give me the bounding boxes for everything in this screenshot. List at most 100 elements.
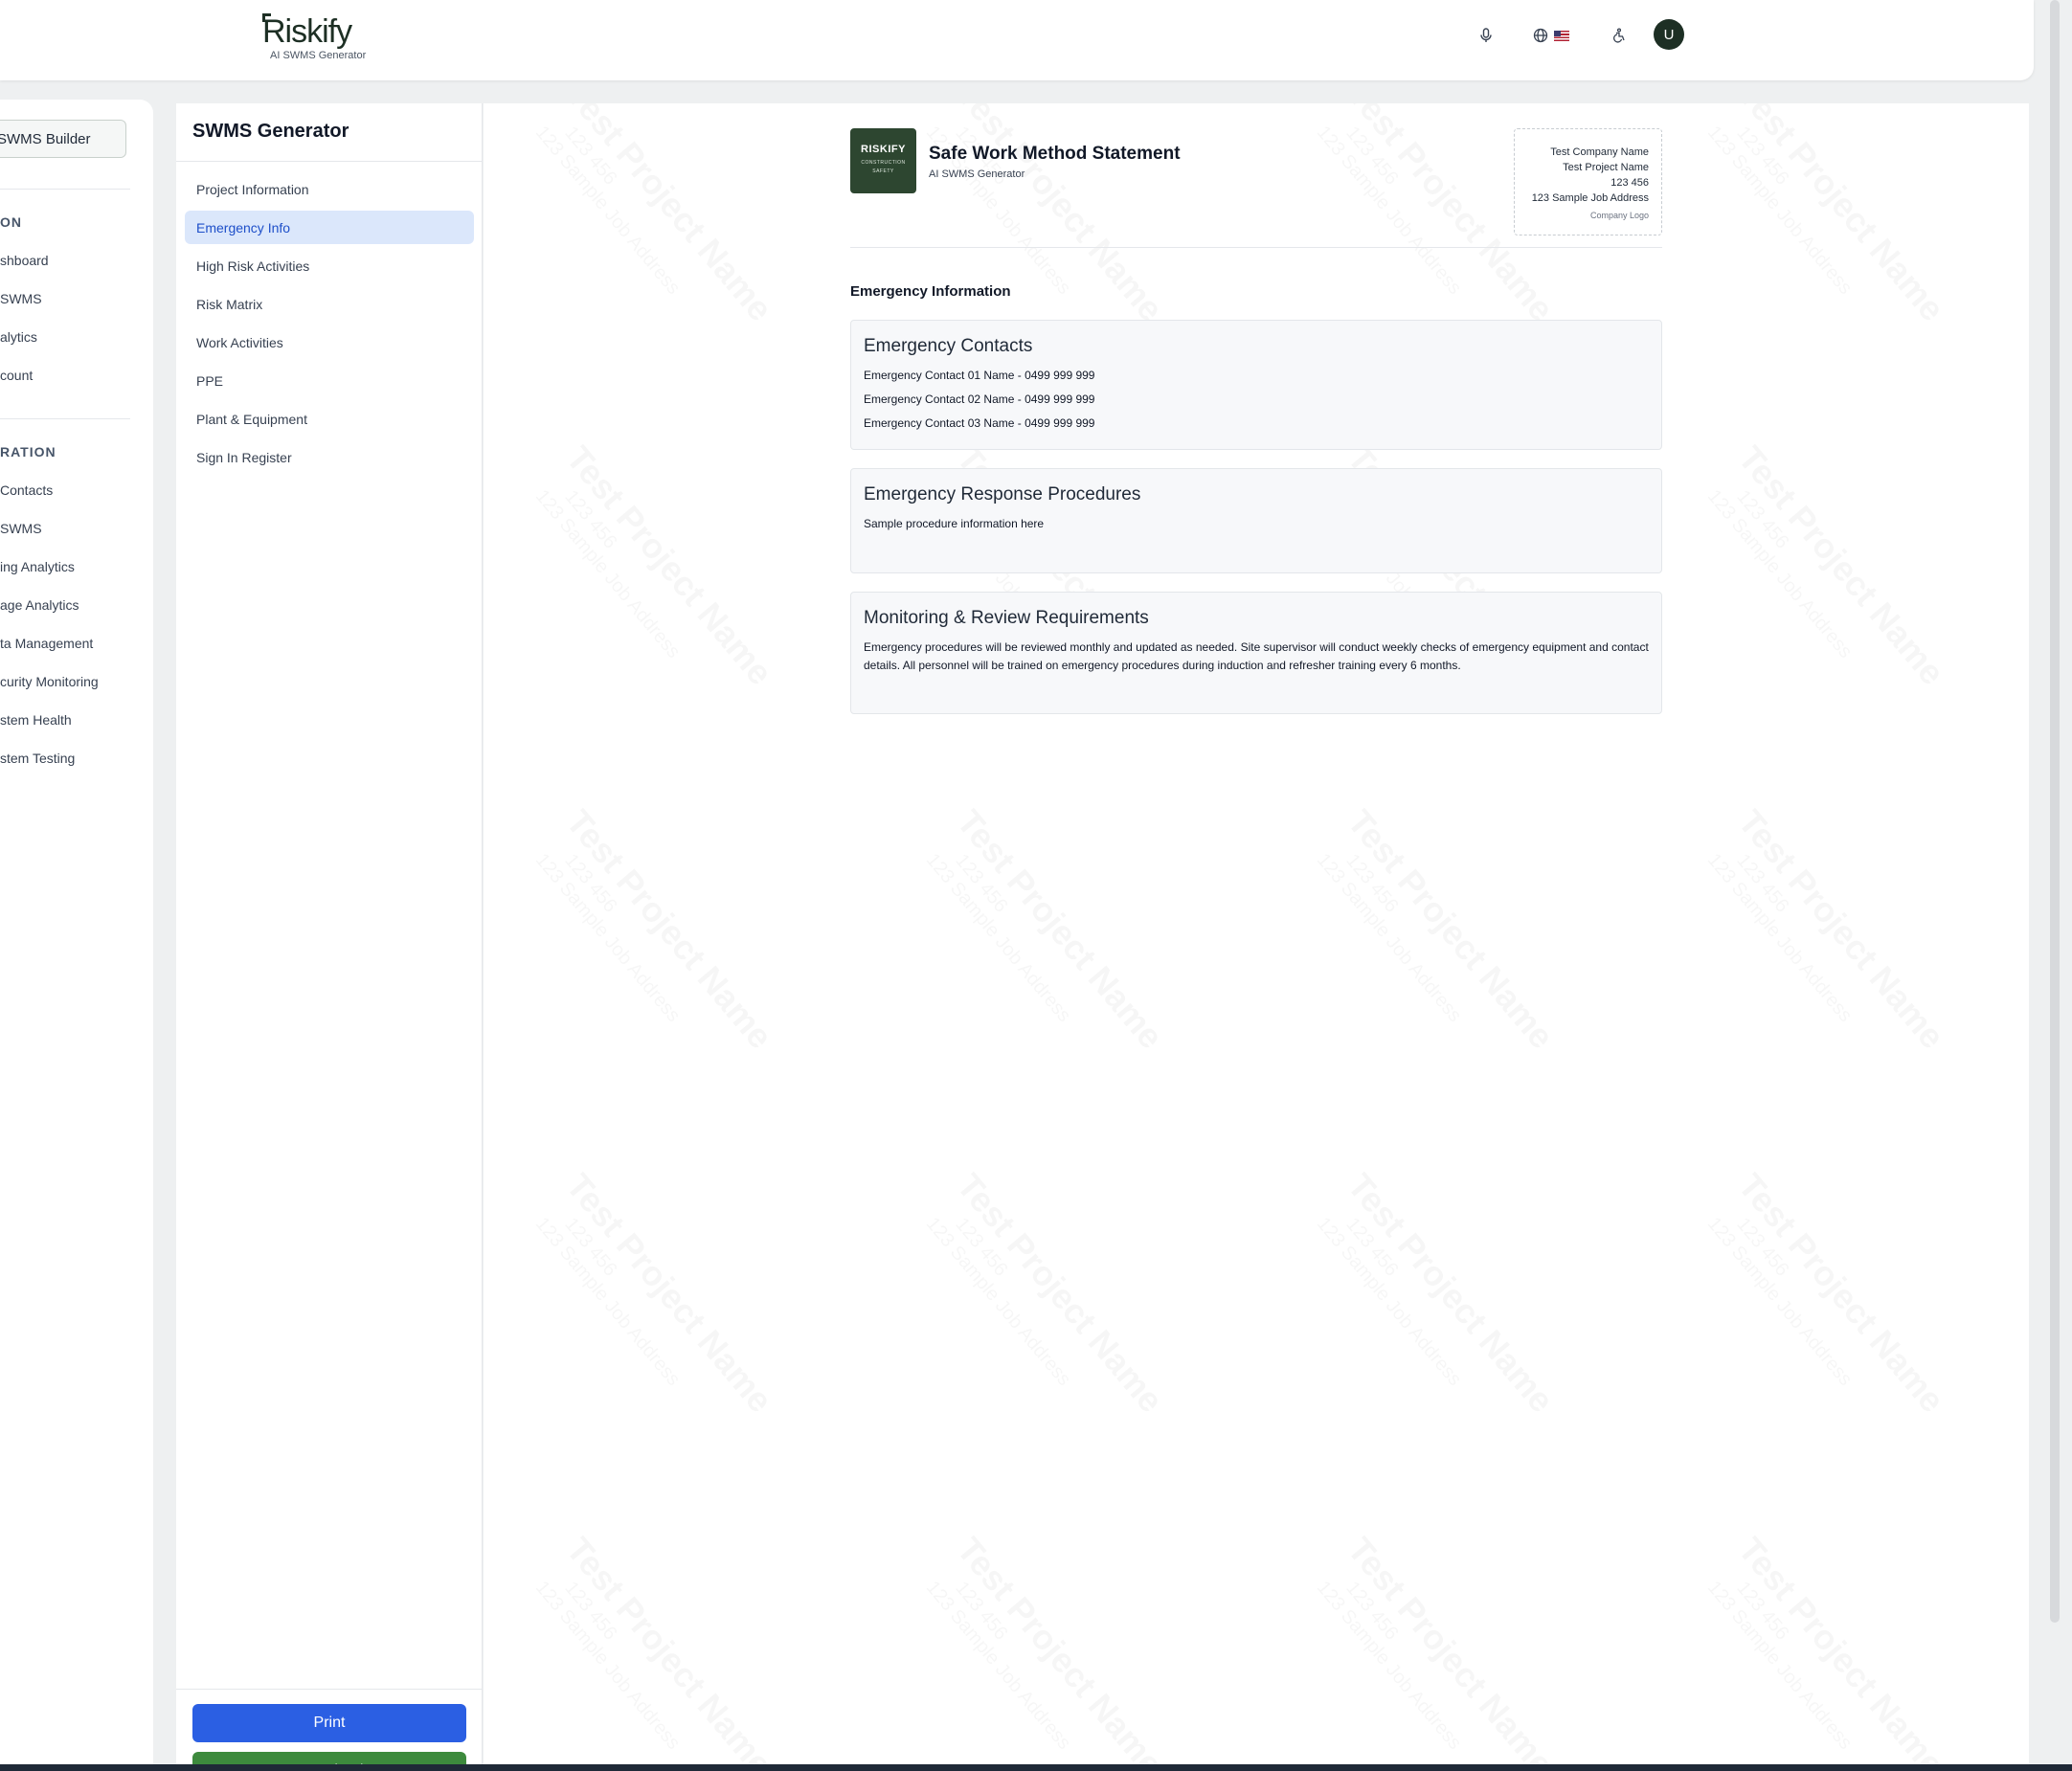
globe-icon — [1533, 28, 1548, 43]
logo-text: Riskify — [262, 13, 352, 50]
watermark-text: 123 456 — [950, 1578, 1140, 1771]
monitoring-review-text: Emergency procedures will be reviewed mo… — [864, 640, 1649, 672]
sidebar-item-data-management[interactable]: ta Management — [0, 636, 93, 651]
watermark-text: Test Project Name — [1340, 1166, 1562, 1421]
nav-label: PPE — [196, 372, 224, 389]
document-divider — [850, 247, 1662, 248]
doc-logo-line1: RISKIFY — [861, 144, 906, 155]
emergency-procedures-heading: Emergency Response Procedures — [864, 484, 1141, 504]
sidebar-item-security-monitoring[interactable]: curity Monitoring — [0, 674, 99, 689]
nav-sign-in-register[interactable]: Sign In Register — [185, 440, 474, 474]
emergency-contact-item: Emergency Contact 01 Name - 0499 999 999 — [864, 369, 1095, 382]
swms-generator-panel: SWMS Generator Project Information Emerg… — [176, 103, 483, 1771]
emergency-contact-item: Emergency Contact 03 Name - 0499 999 999 — [864, 416, 1095, 430]
monitoring-review-heading: Monitoring & Review Requirements — [864, 608, 1149, 628]
swms-builder-button[interactable]: SWMS Builder — [0, 120, 126, 158]
document-title: Safe Work Method Statement — [929, 144, 1181, 164]
microphone-button[interactable] — [1459, 23, 1513, 48]
nav-plant-equipment[interactable]: Plant & Equipment — [185, 402, 474, 436]
watermark-text: 123 Sample Job Address — [530, 849, 732, 1085]
watermark-text: Test Project Name — [558, 1166, 780, 1421]
emergency-contacts-card: Emergency Contacts Emergency Contact 01 … — [850, 320, 1662, 450]
watermark-text: 123 456 — [1731, 1214, 1922, 1434]
watermark-text: Test Project Name — [1340, 802, 1562, 1057]
document-preview[interactable]: Test Project Name123 456123 Sample Job A… — [484, 103, 2029, 1771]
nav-label: Plant & Equipment — [196, 411, 307, 427]
sidebar-item-billing-analytics[interactable]: ing Analytics — [0, 559, 75, 574]
accessibility-button[interactable] — [1591, 23, 1645, 48]
watermark-text: 123 Sample Job Address — [530, 122, 732, 357]
company-name: Test Company Name — [1550, 146, 1649, 158]
accessibility-icon — [1613, 28, 1625, 43]
nav-label: High Risk Activities — [196, 258, 310, 274]
watermark-text: 123 456 — [950, 1214, 1140, 1434]
sidebar-section-heading: RATION — [0, 444, 56, 460]
bottom-bar — [0, 1764, 2072, 1771]
nav-label: Emergency Info — [196, 219, 291, 235]
watermark-text: 123 Sample Job Address — [530, 1213, 732, 1448]
watermark-text: 123 456 — [559, 850, 750, 1070]
sidebar-item-dashboard[interactable]: shboard — [0, 253, 49, 268]
watermark-text: 123 456 — [559, 123, 750, 343]
sidebar-item-admin-swms[interactable]: SWMS — [0, 521, 42, 536]
watermark-text: 123 Sample Job Address — [530, 1577, 732, 1771]
watermark-text: 123 456 — [559, 486, 750, 706]
user-avatar[interactable]: U — [1654, 19, 1684, 50]
sidebar-divider — [0, 189, 130, 190]
watermark-text: Test Project Name — [949, 802, 1171, 1057]
document-subtitle: AI SWMS Generator — [929, 168, 1025, 180]
watermark-tile: Test Project Name123 456123 Sample Job A… — [525, 438, 781, 721]
swms-builder-label: SWMS Builder — [0, 130, 91, 147]
riskify-logo[interactable]: Riskify AI SWMS Generator — [262, 11, 368, 61]
print-button[interactable]: Print — [192, 1704, 466, 1742]
nav-work-activities[interactable]: Work Activities — [185, 325, 474, 359]
watermark-text: 123 Sample Job Address — [1702, 122, 1904, 357]
watermark-text: 123 456 — [1340, 1214, 1531, 1434]
nav-emergency-info[interactable]: Emergency Info — [185, 211, 474, 244]
watermark-text: 123 Sample Job Address — [921, 1213, 1123, 1448]
emergency-contacts-heading: Emergency Contacts — [864, 336, 1033, 356]
nav-label: Project Information — [196, 181, 309, 197]
project-number: 123 456 — [1610, 177, 1649, 189]
watermark-text: Test Project Name — [558, 103, 780, 329]
watermark-tile: Test Project Name123 456123 Sample Job A… — [1697, 103, 1953, 357]
sidebar-item-account[interactable]: count — [0, 368, 33, 383]
doc-logo-line2: CONSTRUCTION — [861, 160, 906, 166]
sidebar-item-system-health[interactable]: stem Health — [0, 712, 72, 728]
watermark-text: Test Project Name — [949, 1166, 1171, 1421]
page-scrollbar[interactable] — [2050, 0, 2060, 1623]
watermark-text: Test Project Name — [558, 1530, 780, 1771]
monitoring-review-card: Monitoring & Review Requirements Emergen… — [850, 592, 1662, 714]
sidebar-item-contacts[interactable]: Contacts — [0, 482, 53, 498]
watermark-tile: Test Project Name123 456123 Sample Job A… — [1697, 802, 1953, 1085]
watermark-tile: Test Project Name123 456123 Sample Job A… — [1306, 802, 1563, 1085]
watermark-text: Test Project Name — [558, 802, 780, 1057]
watermark-text: Test Project Name — [558, 438, 780, 693]
nav-label: Sign In Register — [196, 449, 292, 465]
sidebar-item-system-testing[interactable]: stem Testing — [0, 751, 75, 766]
sidebar-divider — [0, 418, 130, 419]
riskify-document-logo: RISKIFY CONSTRUCTION SAFETY — [850, 128, 916, 193]
microphone-icon — [1480, 28, 1492, 42]
sidebar-item-analytics[interactable]: alytics — [0, 329, 37, 345]
company-info-box[interactable]: Test Company Name Test Project Name 123 … — [1514, 128, 1662, 235]
nav-ppe[interactable]: PPE — [185, 364, 474, 397]
watermark-text: 123 456 — [950, 850, 1140, 1070]
generator-footer-divider — [176, 1689, 483, 1690]
watermark-tile: Test Project Name123 456123 Sample Job A… — [915, 1530, 1172, 1771]
nav-high-risk-activities[interactable]: High Risk Activities — [185, 249, 474, 282]
emergency-procedures-text: Sample procedure information here — [864, 517, 1045, 530]
watermark-tile: Test Project Name123 456123 Sample Job A… — [1697, 1530, 1953, 1771]
sidebar-item-usage-analytics[interactable]: age Analytics — [0, 597, 79, 613]
nav-risk-matrix[interactable]: Risk Matrix — [185, 287, 474, 321]
nav-label: Work Activities — [196, 334, 283, 350]
watermark-text: 123 456 — [559, 1578, 750, 1771]
app-sidebar: SWMS Builder ON shboard SWMS alytics cou… — [0, 100, 153, 1771]
watermark-text: 123 Sample Job Address — [530, 485, 732, 721]
watermark-text: 123 Sample Job Address — [1702, 849, 1904, 1085]
nav-project-information[interactable]: Project Information — [185, 172, 474, 206]
language-selector[interactable] — [1524, 23, 1578, 48]
watermark-text: 123 Sample Job Address — [1702, 1213, 1904, 1448]
sidebar-item-swms[interactable]: SWMS — [0, 291, 42, 306]
sidebar-section-heading: ON — [0, 214, 22, 230]
